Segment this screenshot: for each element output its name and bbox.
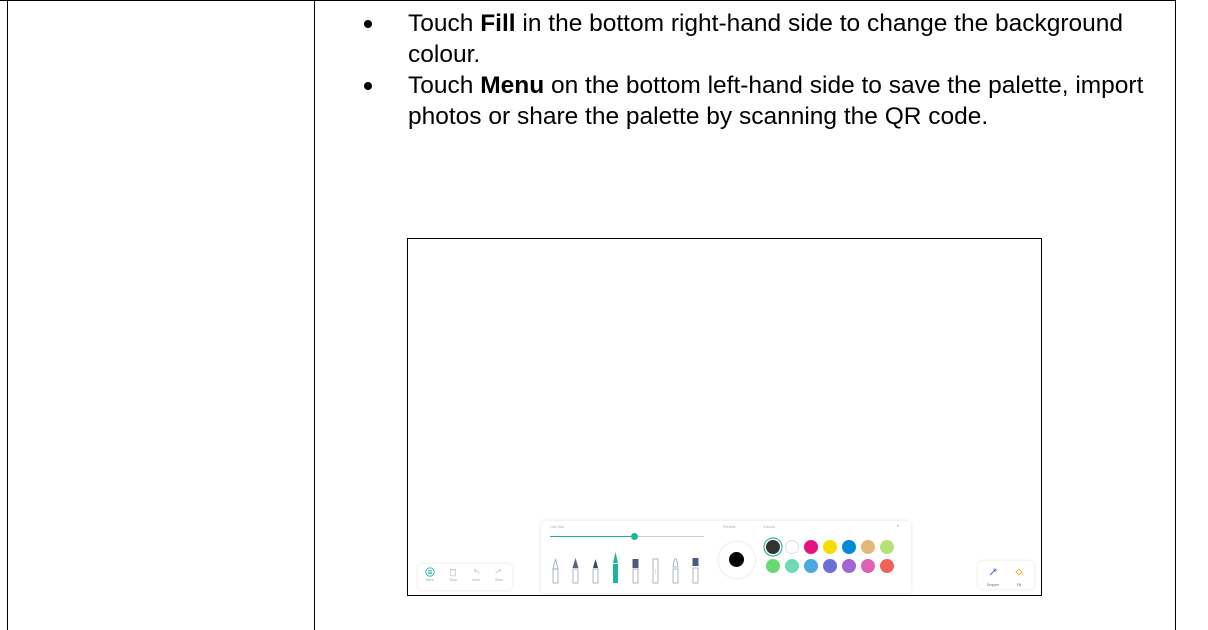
clear-label: Clear — [448, 578, 458, 582]
fill-button[interactable]: Fill — [1008, 564, 1030, 587]
redo-icon — [495, 568, 502, 575]
pencil-icon[interactable] — [551, 557, 560, 585]
expand-icon[interactable]: ▾ — [897, 524, 899, 528]
table-right-border — [1175, 0, 1176, 630]
colour-swatch[interactable] — [842, 540, 856, 554]
redo-button[interactable]: Redo — [490, 567, 508, 582]
app-screenshot: Menu Clear Undo Redo Line Size Preview C… — [407, 238, 1042, 596]
colour-swatch[interactable] — [823, 559, 837, 573]
bullet-icon — [364, 82, 372, 90]
colour-swatch[interactable] — [785, 540, 799, 554]
fill-label: Fill — [1016, 583, 1022, 587]
colour-swatch[interactable] — [880, 540, 894, 554]
instruction-list: Touch Fill in the bottom right-hand side… — [362, 8, 1172, 132]
chalk-icon[interactable] — [651, 557, 660, 585]
slider-knob[interactable] — [631, 533, 639, 540]
undo-label: Undo — [471, 578, 481, 582]
colour-swatch[interactable] — [880, 559, 894, 573]
menu-button[interactable]: Menu — [421, 567, 439, 582]
preview-dot — [729, 552, 744, 567]
pen-tools — [551, 552, 701, 585]
redo-label: Redo — [494, 578, 504, 582]
undo-button[interactable]: Undo — [467, 567, 485, 582]
colour-swatch[interactable] — [861, 540, 875, 554]
instruction-text: in the bottom right-hand side to change … — [408, 10, 1124, 68]
colours-label: Colours — [763, 525, 776, 529]
bullet-icon — [364, 20, 372, 28]
colour-swatch[interactable] — [804, 540, 818, 554]
table-top-border — [0, 0, 1176, 1]
eyedropper-icon — [989, 568, 997, 576]
crayon-icon[interactable] — [671, 557, 680, 585]
menu-circle-icon — [425, 567, 435, 577]
colour-swatch[interactable] — [823, 540, 837, 554]
brush-icon[interactable] — [631, 557, 640, 585]
slider-fill — [550, 536, 635, 537]
table-left-border — [7, 0, 8, 630]
undo-icon — [473, 568, 480, 575]
instruction-item-menu: Touch Menu on the bottom left-hand side … — [362, 70, 1172, 132]
colour-swatch[interactable] — [861, 559, 875, 573]
fountain-pen-icon[interactable] — [571, 557, 580, 585]
left-toolbar: Menu Clear Undo Redo — [418, 564, 512, 590]
brush-preview — [719, 542, 755, 578]
line-size-slider[interactable] — [550, 533, 704, 540]
table-column-divider — [314, 0, 315, 630]
preview-label: Preview — [723, 525, 736, 529]
highlighter-icon-selected[interactable] — [611, 551, 620, 585]
line-size-label: Line Size — [550, 525, 565, 529]
fill-bucket-icon — [1015, 568, 1024, 576]
trash-icon — [449, 568, 457, 577]
colour-swatch[interactable] — [766, 559, 780, 573]
colour-swatch-selected[interactable] — [766, 540, 780, 554]
spray-icon[interactable] — [691, 557, 700, 585]
instruction-text: Touch — [408, 10, 481, 37]
marker-icon[interactable] — [591, 557, 600, 585]
colour-swatch[interactable] — [785, 559, 799, 573]
palette-panel: Line Size Preview Colours ▾ — [541, 521, 911, 593]
colour-swatch[interactable] — [804, 559, 818, 573]
dropper-label: Dropper — [986, 583, 1000, 587]
colour-swatch[interactable] — [842, 559, 856, 573]
dropper-button[interactable]: Dropper — [982, 564, 1004, 587]
right-toolbar: Dropper Fill — [978, 561, 1034, 589]
instruction-text: Touch — [408, 72, 481, 99]
instruction-keyword: Menu — [480, 72, 545, 99]
instruction-keyword: Fill — [480, 10, 516, 37]
instruction-item-fill: Touch Fill in the bottom right-hand side… — [362, 8, 1172, 70]
menu-label: Menu — [425, 578, 435, 582]
clear-button[interactable]: Clear — [444, 567, 462, 582]
